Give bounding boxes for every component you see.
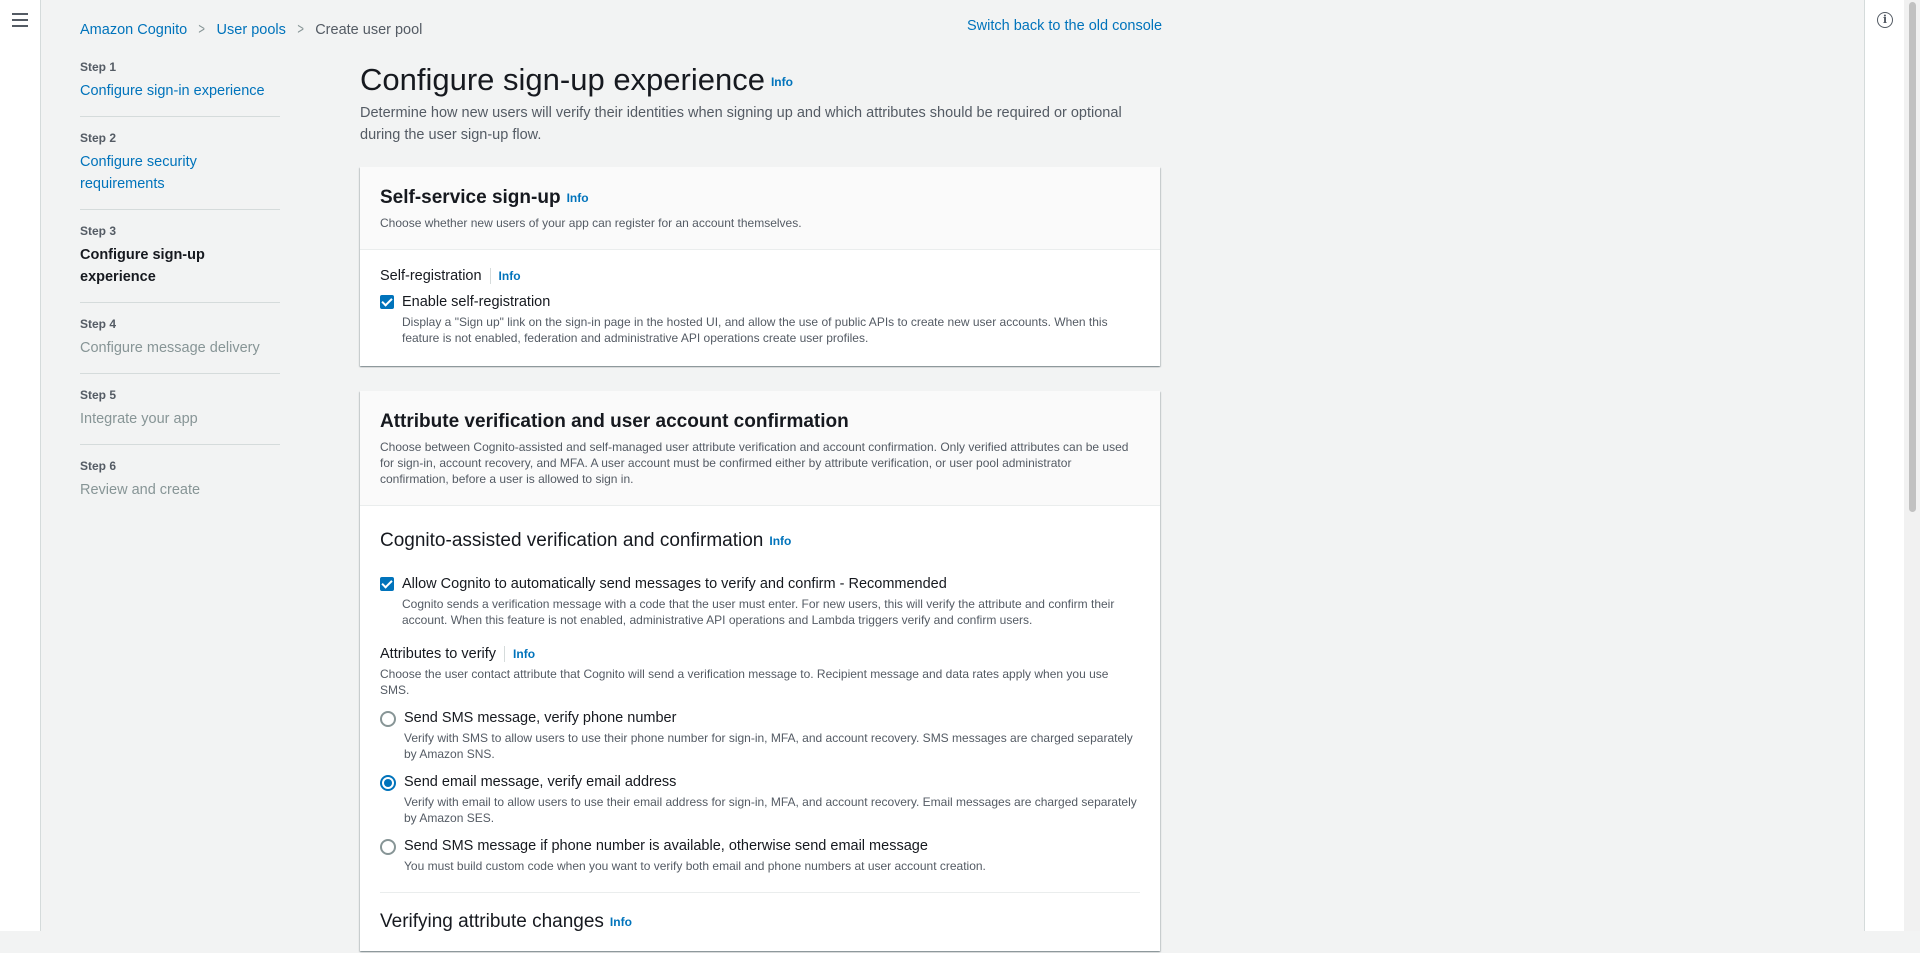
info-panel-icon[interactable]: i <box>1877 12 1893 28</box>
page-description: Determine how new users will verify thei… <box>360 105 1122 143</box>
step-number: Step 3 <box>80 224 117 238</box>
allow-cognito-checkbox-row[interactable]: Allow Cognito to automatically send mess… <box>380 574 1140 628</box>
chevron-right-icon: > <box>198 21 206 38</box>
step-number: Step 6 <box>80 459 117 473</box>
subsection-title-text: Cognito-assisted verification and confir… <box>380 530 764 551</box>
radio-option-sms[interactable]: Send SMS message, verify phone number Ve… <box>380 708 1140 762</box>
step-review-create: Review and create <box>80 482 201 498</box>
attributes-to-verify-label: Attributes to verify Info <box>380 646 1140 662</box>
container-header: Attribute verification and user account … <box>360 391 1160 506</box>
step-number: Step 1 <box>80 60 117 74</box>
scrollbar-thumb[interactable] <box>1909 2 1916 512</box>
container-body: Self-registration Info Enable self-regis… <box>360 250 1160 366</box>
breadcrumb-amazon-cognito[interactable]: Amazon Cognito <box>80 22 187 38</box>
radio-option-sms-or-email[interactable]: Send SMS message if phone number is avai… <box>380 836 1140 874</box>
section-title: Self-service sign-up Info <box>380 187 1140 209</box>
step-integrate-app: Integrate your app <box>80 411 198 427</box>
radio-description: Verify with SMS to allow users to use th… <box>404 731 1133 761</box>
radio-label: Send SMS message, verify phone number <box>404 710 677 726</box>
section-description: Choose whether new users of your app can… <box>380 216 802 230</box>
step-number: Step 5 <box>80 388 117 402</box>
checkbox-label: Enable self-registration <box>402 294 551 310</box>
field-label-text: Attributes to verify <box>380 646 497 662</box>
page-title-text: Configure sign-up experience <box>360 62 765 97</box>
step-2: Step 2 Configure security requirements <box>80 131 280 210</box>
section-title-text: Self-service sign-up <box>380 187 561 208</box>
breadcrumb-current: Create user pool <box>315 22 423 38</box>
step-link-sign-in[interactable]: Configure sign-in experience <box>80 80 280 102</box>
subsection-title: Verifying attribute changes Info <box>380 911 1140 933</box>
section-description: Choose between Cognito-assisted and self… <box>380 440 1129 486</box>
radio-label: Send SMS message if phone number is avai… <box>404 838 928 854</box>
breadcrumb: Amazon Cognito > User pools > Create use… <box>80 21 422 39</box>
radio-description: You must build custom code when you want… <box>404 859 986 873</box>
radio-option-email[interactable]: Send email message, verify email address… <box>380 772 1140 826</box>
radio-button[interactable] <box>380 711 396 727</box>
container-header: Self-service sign-up Info Choose whether … <box>360 167 1160 250</box>
step-link-security[interactable]: Configure security requirements <box>80 151 230 195</box>
section-title: Attribute verification and user account … <box>380 411 849 432</box>
radio-label: Send email message, verify email address <box>404 774 677 790</box>
info-link[interactable]: Info <box>499 269 521 283</box>
step-3: Step 3 Configure sign-up experience <box>80 224 280 303</box>
info-link[interactable]: Info <box>610 915 632 929</box>
step-1: Step 1 Configure sign-in experience <box>80 60 280 117</box>
left-navigation-rail <box>0 0 41 931</box>
hamburger-menu-icon[interactable] <box>12 13 28 27</box>
checkbox-label: Allow Cognito to automatically send mess… <box>402 576 947 592</box>
step-4: Step 4 Configure message delivery <box>80 317 280 374</box>
switch-old-console-link[interactable]: Switch back to the old console <box>967 18 1162 34</box>
radio-description: Verify with email to allow users to use … <box>404 795 1137 825</box>
step-5: Step 5 Integrate your app <box>80 388 280 445</box>
radio-button-selected[interactable] <box>380 775 396 791</box>
divider <box>489 268 491 284</box>
radio-button[interactable] <box>380 839 396 855</box>
allow-cognito-checkbox[interactable] <box>380 577 394 591</box>
page-scrollbar[interactable] <box>1904 0 1920 931</box>
step-6: Step 6 Review and create <box>80 459 280 515</box>
self-service-signup-container: Self-service sign-up Info Choose whether … <box>360 167 1160 366</box>
breadcrumb-user-pools[interactable]: User pools <box>217 22 286 38</box>
field-label-text: Self-registration <box>380 268 482 284</box>
step-number: Step 2 <box>80 131 117 145</box>
info-link[interactable]: Info <box>769 534 791 548</box>
attribute-verification-container: Attribute verification and user account … <box>360 391 1160 951</box>
checkbox-description: Cognito sends a verification message wit… <box>402 597 1115 627</box>
field-description: Choose the user contact attribute that C… <box>380 667 1109 697</box>
step-message-delivery: Configure message delivery <box>80 340 260 356</box>
enable-self-registration-checkbox[interactable] <box>380 295 394 309</box>
chevron-right-icon: > <box>297 21 304 38</box>
step-number: Step 4 <box>80 317 117 331</box>
self-registration-label: Self-registration Info <box>380 268 1140 284</box>
step-current-sign-up: Configure sign-up experience <box>80 247 205 285</box>
right-tools-rail: i <box>1864 0 1905 931</box>
checkbox-description: Display a "Sign up" link on the sign-in … <box>402 315 1108 345</box>
info-link[interactable]: Info <box>771 75 793 89</box>
section-divider <box>380 892 1140 893</box>
divider <box>504 646 506 662</box>
info-link[interactable]: Info <box>513 647 535 661</box>
enable-self-registration-checkbox-row[interactable]: Enable self-registration Display a "Sign… <box>380 292 1140 346</box>
container-body: Cognito-assisted verification and confir… <box>360 506 1160 953</box>
subsection-title: Cognito-assisted verification and confir… <box>380 530 1140 552</box>
page-title: Configure sign-up experience Info <box>360 62 793 98</box>
subsection-title-text: Verifying attribute changes <box>380 911 604 932</box>
wizard-steps: Step 1 Configure sign-in experience Step… <box>80 60 280 529</box>
info-link[interactable]: Info <box>567 191 589 205</box>
